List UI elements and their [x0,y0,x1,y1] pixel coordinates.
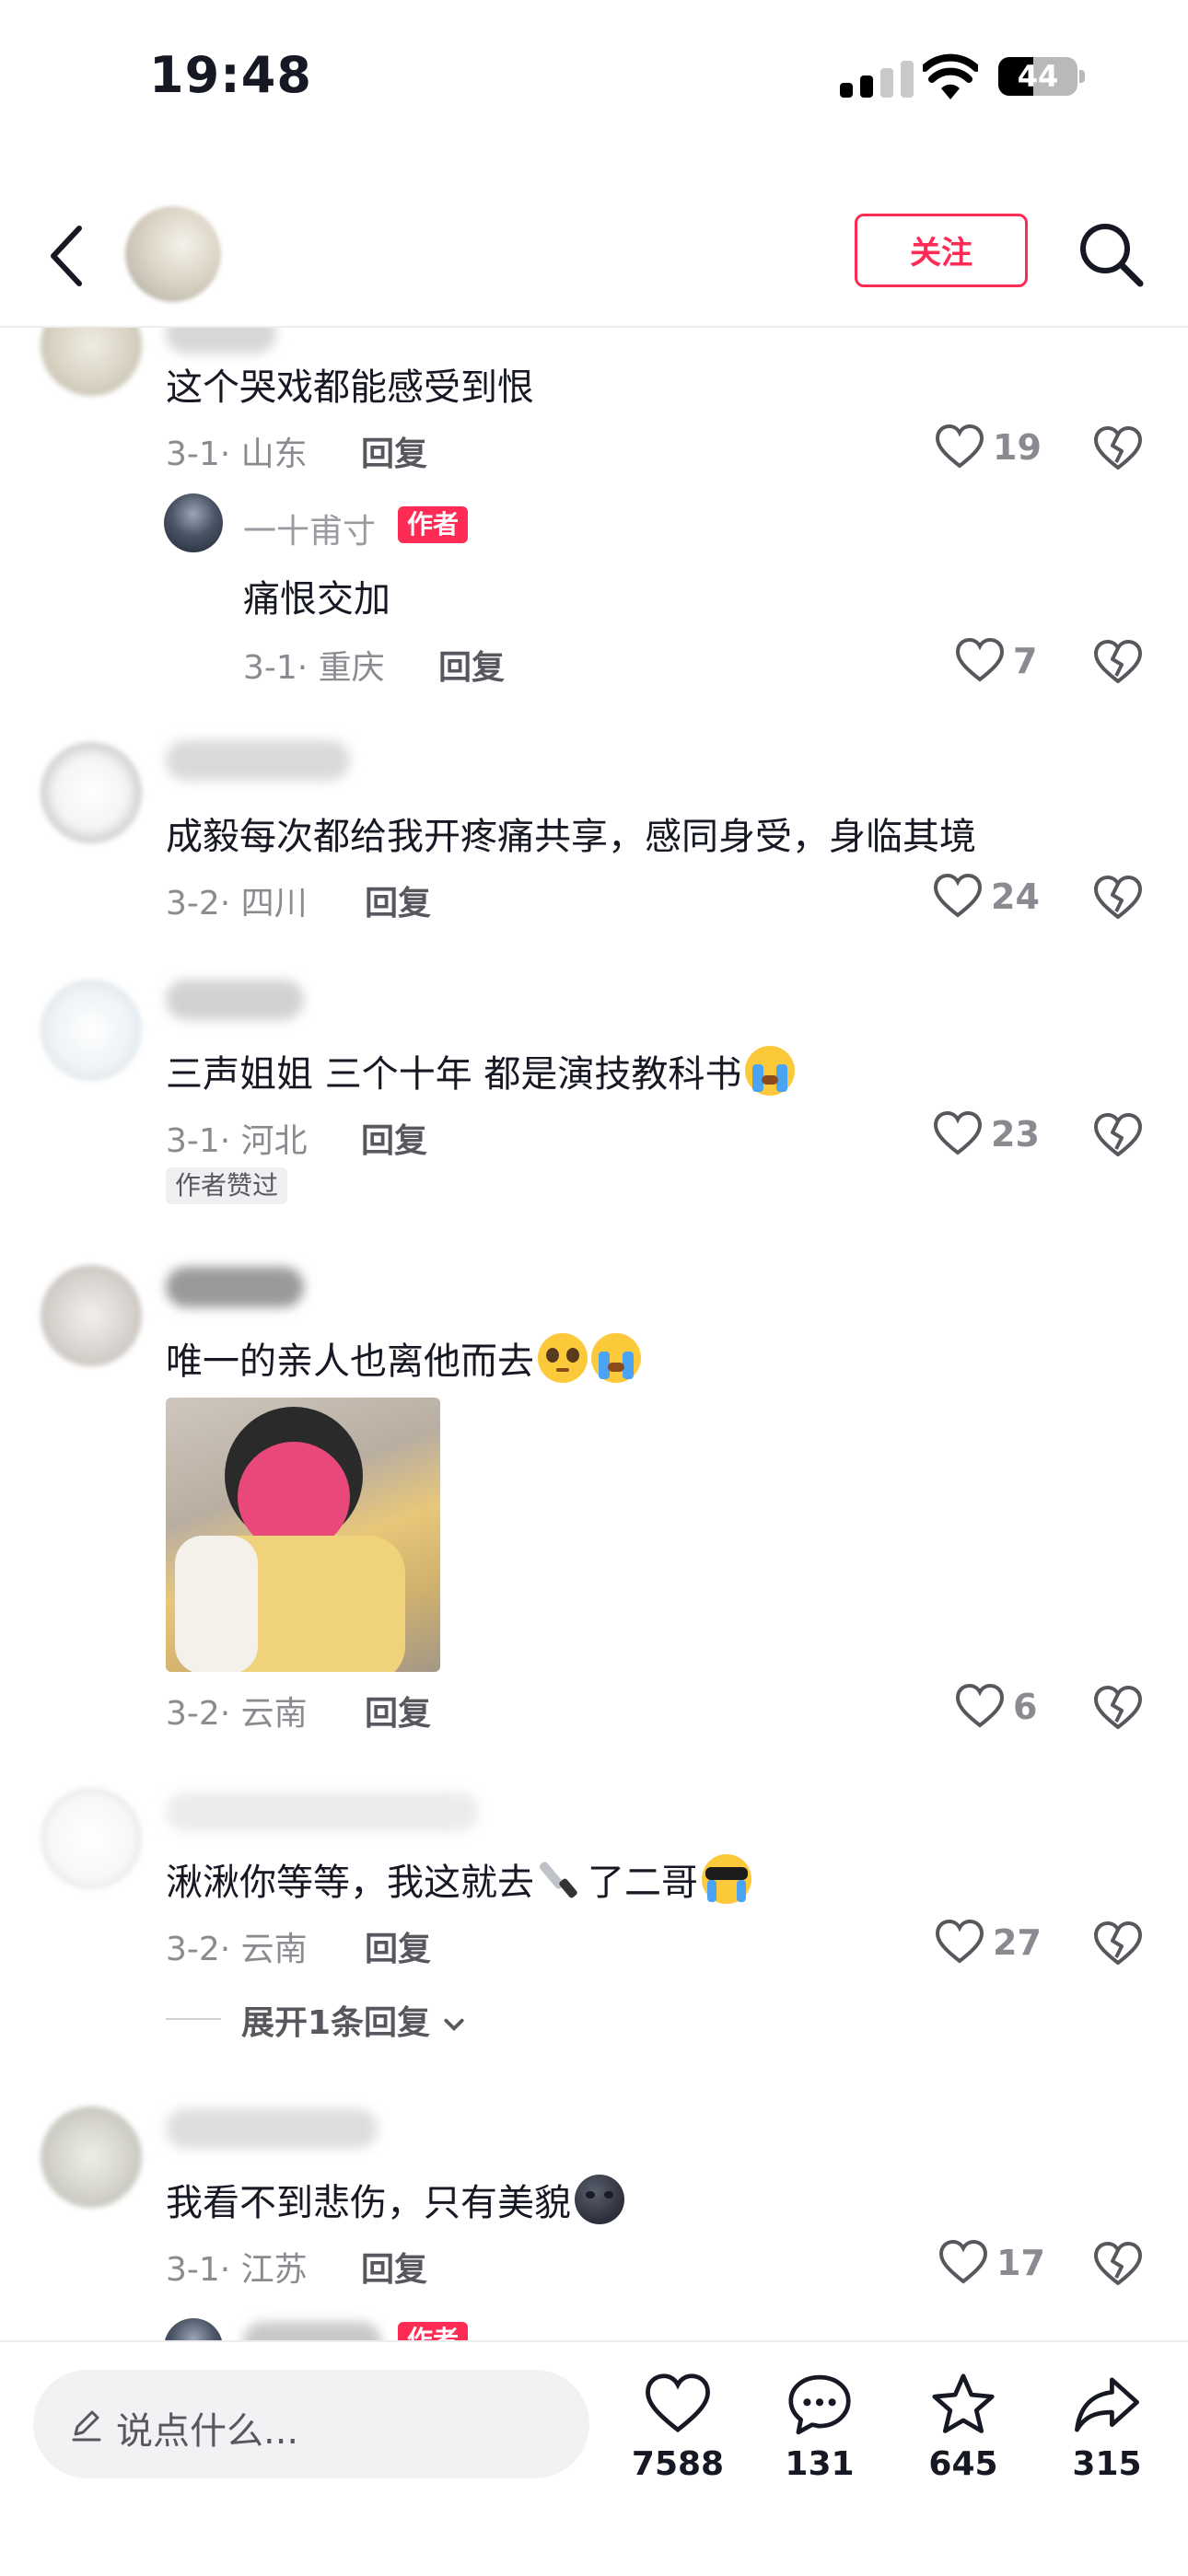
bottom-action-bar: 说点什么... 7588 131 645 315 [0,2340,1188,2576]
broken-heart-icon[interactable] [1092,1683,1144,1735]
comment-text: 痛恨交加 [243,578,390,621]
signal-icon [840,61,919,98]
share-button[interactable]: 315 [1052,2370,1162,2483]
divider [166,2018,221,2020]
avatar[interactable] [41,2106,142,2208]
reply-button[interactable]: 回复 [438,641,505,689]
like-count: 7 [1013,641,1038,681]
battery-icon: 44 [998,57,1077,96]
status-bar: 19:48 44 [0,0,1188,157]
comment-text: 湫湫你等等，我这就去 了二哥 [166,1852,751,1906]
reply-button[interactable]: 回复 [365,876,431,924]
broken-heart-icon[interactable] [1092,2239,1144,2291]
reply-button[interactable]: 回复 [361,1114,427,1162]
avatar[interactable] [164,493,223,552]
comment-date-location: 3-1· 江苏 [166,2251,308,2289]
author-avatar[interactable] [125,206,221,302]
loudly-crying-emoji [591,1333,641,1383]
battery-level: 44 [1017,59,1059,94]
broken-heart-icon[interactable] [1092,1110,1144,1162]
reply-button[interactable]: 回复 [365,1922,431,1970]
share-icon [1075,2377,1139,2432]
heart-icon [955,637,1005,682]
back-icon[interactable] [44,221,90,291]
like-count: 19 [993,427,1042,468]
commenter-name[interactable] [166,2108,378,2149]
sunglasses-crying-emoji [702,1854,751,1904]
avatar[interactable] [41,1788,142,1889]
comment-date-location: 3-1· 重庆 [243,649,385,687]
pleading-face-emoji [538,1333,588,1383]
commenter-name[interactable] [166,980,304,1020]
broken-heart-icon[interactable] [1092,637,1144,689]
avatar[interactable] [41,1265,142,1366]
reply-button[interactable]: 回复 [361,427,427,475]
comment-input-placeholder: 说点什么... [116,2410,299,2453]
comment-text: 成毅每次都给我开疼痛共享，感同身受，身临其境 [166,816,976,858]
heart-icon [938,2239,988,2284]
heart-icon [935,424,984,469]
heart-icon [933,1110,983,1155]
pencil-icon [72,2410,101,2442]
like-count: 24 [991,876,1040,917]
author-liked-badge: 作者赞过 [166,1167,288,1204]
avatar[interactable] [41,742,142,843]
reply-button[interactable]: 回复 [361,2243,427,2291]
comment-date-location: 3-1· 河北 [166,1122,308,1160]
like-count: 17 [996,2243,1045,2283]
broken-heart-icon[interactable] [1092,1919,1144,1970]
search-icon[interactable] [1076,219,1146,289]
reply-button[interactable]: 回复 [365,1687,431,1735]
comment-text: 这个哭戏都能感受到恨 [166,366,534,409]
comment-date-location: 3-2· 云南 [166,1695,308,1733]
comment-date-location: 3-2· 云南 [166,1931,308,1968]
author-tag: 作者 [398,506,469,543]
follow-button[interactable]: 关注 [855,214,1028,287]
commenter-name[interactable] [166,1267,304,1307]
comment-text: 唯一的亲人也离他而去 [166,1331,641,1385]
comment-image[interactable] [166,1398,440,1672]
loudly-crying-emoji [745,1046,796,1096]
favorite-total: 645 [928,2445,998,2483]
like-count: 27 [993,1922,1042,1963]
heart-icon [955,1683,1005,1728]
comment-text: 三声姐姐 三个十年 都是演技教科书 [166,1044,796,1097]
comment-total: 131 [785,2445,855,2483]
wifi-icon [923,53,978,99]
comment-text: 我看不到悲伤，只有美貌 [166,2173,624,2226]
heart-icon [933,873,983,918]
comment-date-location: 3-1· 山东 [166,435,308,473]
commenter-name[interactable] [166,740,350,781]
like-count: 23 [991,1114,1040,1155]
heart-icon [935,1919,984,1964]
comment-date-location: 3-2· 四川 [166,885,308,922]
star-icon [932,2373,995,2433]
reply-author-name[interactable]: 一十甫寸 [243,505,376,552]
broken-heart-icon[interactable] [1092,424,1144,475]
comment-icon [788,2374,851,2435]
like-total: 7588 [631,2445,725,2483]
expand-replies-button[interactable]: 展开1条回复 [241,1996,466,2044]
like-count: 6 [1013,1687,1038,1727]
status-time: 19:48 [149,46,312,104]
knife-icon [538,1856,584,1902]
favorite-button[interactable]: 645 [908,2370,1019,2483]
chevron-down-icon [444,2018,464,2032]
top-nav: 关注 [0,184,1188,328]
commenter-name[interactable] [166,1792,479,1832]
new-moon-face-emoji [575,2175,624,2224]
comments-button[interactable]: 131 [764,2370,875,2483]
heart-icon [646,2373,710,2433]
avatar[interactable] [41,980,142,1081]
comment-input[interactable]: 说点什么... [33,2370,589,2478]
broken-heart-icon[interactable] [1092,873,1144,924]
share-total: 315 [1072,2445,1142,2483]
like-video-button[interactable]: 7588 [623,2370,733,2483]
